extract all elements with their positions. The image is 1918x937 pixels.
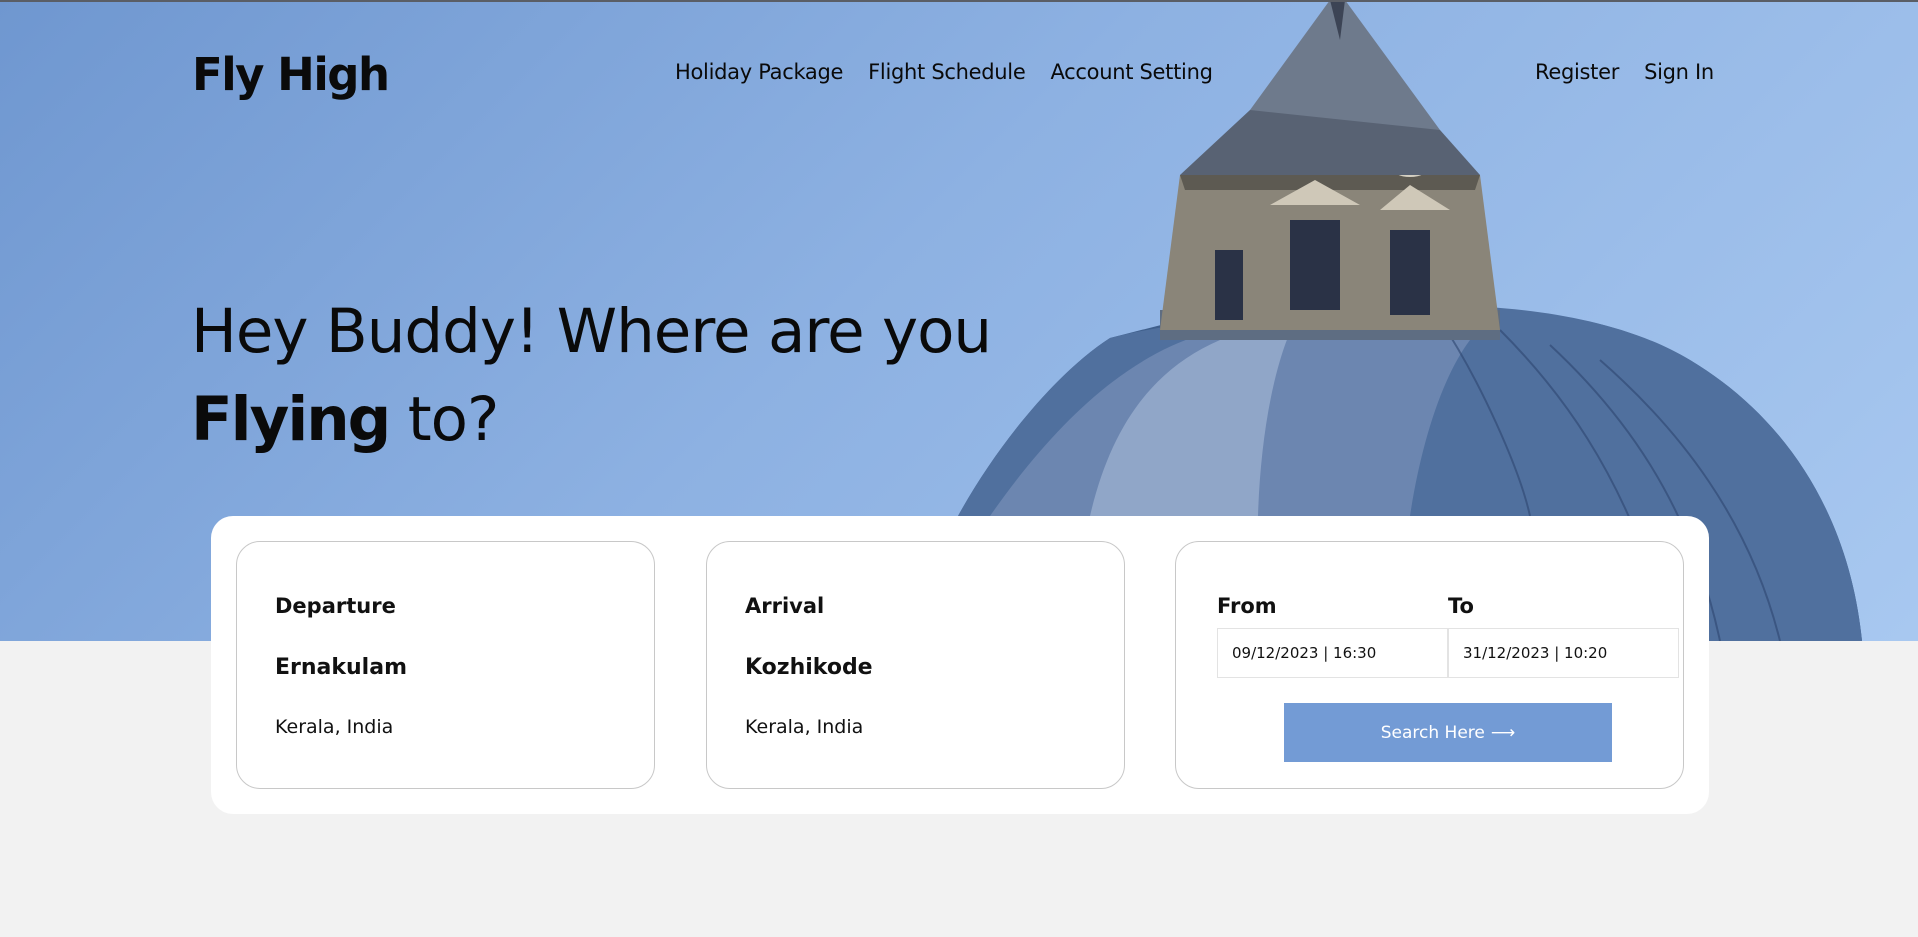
to-label: To: [1448, 594, 1474, 618]
arrival-region: Kerala, India: [745, 716, 864, 738]
search-button-label: Search Here: [1380, 722, 1485, 743]
sign-in-link[interactable]: Sign In: [1644, 60, 1714, 84]
arrow-right-icon: ⟶: [1490, 722, 1516, 743]
to-datetime-field[interactable]: 31/12/2023 | 10:20: [1448, 628, 1679, 678]
arrival-label: Arrival: [745, 594, 825, 618]
from-label: From: [1217, 594, 1277, 618]
hero-headline-line1: Hey Buddy! Where are you: [191, 296, 992, 367]
hero-headline: Hey Buddy! Where are you Flying to?: [191, 292, 992, 467]
arrival-card[interactable]: Arrival Kozhikode Kerala, India: [706, 541, 1125, 789]
auth-nav: Register Sign In: [1535, 60, 1714, 84]
from-datetime-field[interactable]: 09/12/2023 | 16:30: [1217, 628, 1448, 678]
nav-holiday-package[interactable]: Holiday Package: [675, 60, 843, 84]
nav-account-setting[interactable]: Account Setting: [1050, 60, 1212, 84]
hero-headline-line2: Flying to?: [191, 372, 991, 467]
hero-headline-bold: Flying: [191, 384, 391, 455]
flight-search-panel: Departure Ernakulam Kerala, India Arriva…: [211, 516, 1709, 814]
main-nav: Holiday Package Flight Schedule Account …: [675, 60, 1213, 84]
departure-label: Departure: [275, 594, 396, 618]
departure-city: Ernakulam: [275, 655, 407, 680]
departure-card[interactable]: Departure Ernakulam Kerala, India: [236, 541, 655, 789]
brand-logo[interactable]: Fly High: [192, 48, 390, 101]
departure-region: Kerala, India: [275, 716, 394, 738]
hero-headline-rest: to?: [389, 384, 500, 455]
nav-flight-schedule[interactable]: Flight Schedule: [868, 60, 1026, 84]
arrival-city: Kozhikode: [745, 655, 873, 680]
search-button[interactable]: Search Here ⟶: [1284, 703, 1612, 762]
window-top-border: [0, 0, 1918, 2]
date-card: From To 09/12/2023 | 16:30 31/12/2023 | …: [1175, 541, 1684, 789]
register-link[interactable]: Register: [1535, 60, 1619, 84]
